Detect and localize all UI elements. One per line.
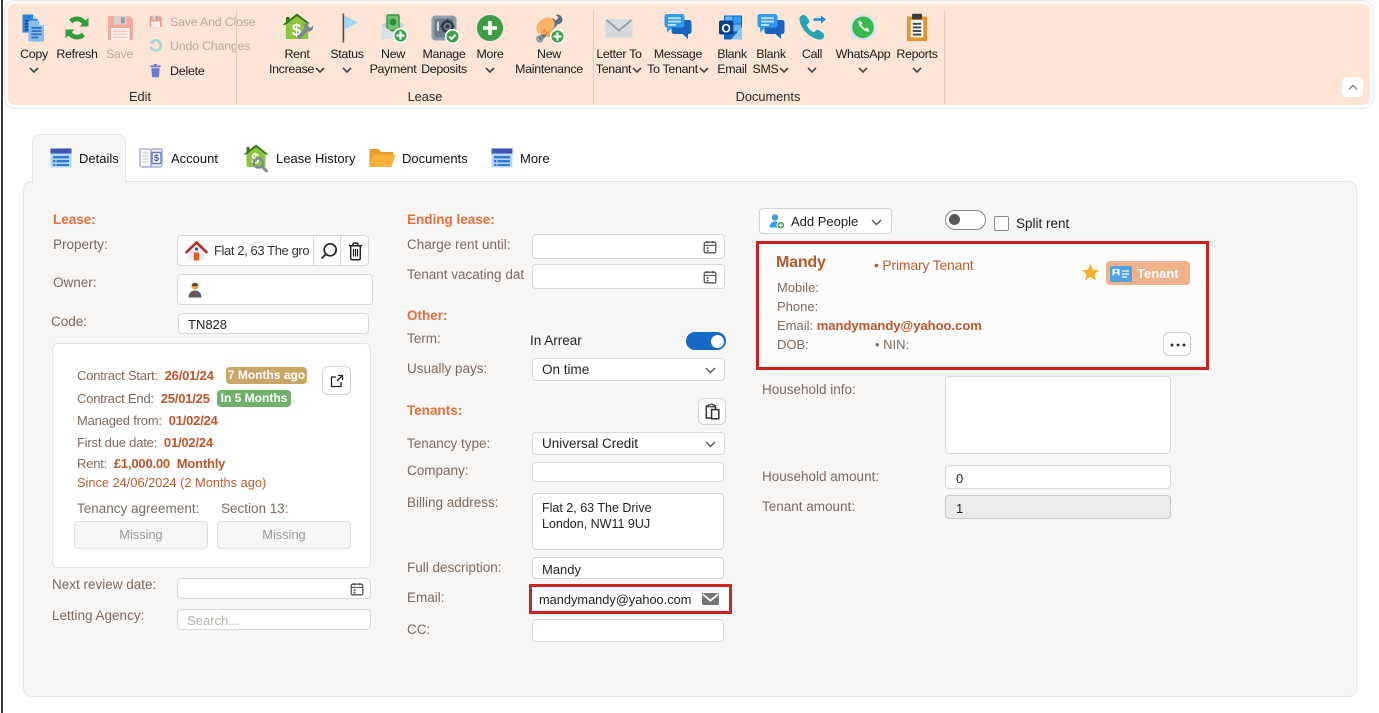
svg-text:$: $	[154, 153, 159, 163]
svg-text:O: O	[721, 22, 730, 36]
